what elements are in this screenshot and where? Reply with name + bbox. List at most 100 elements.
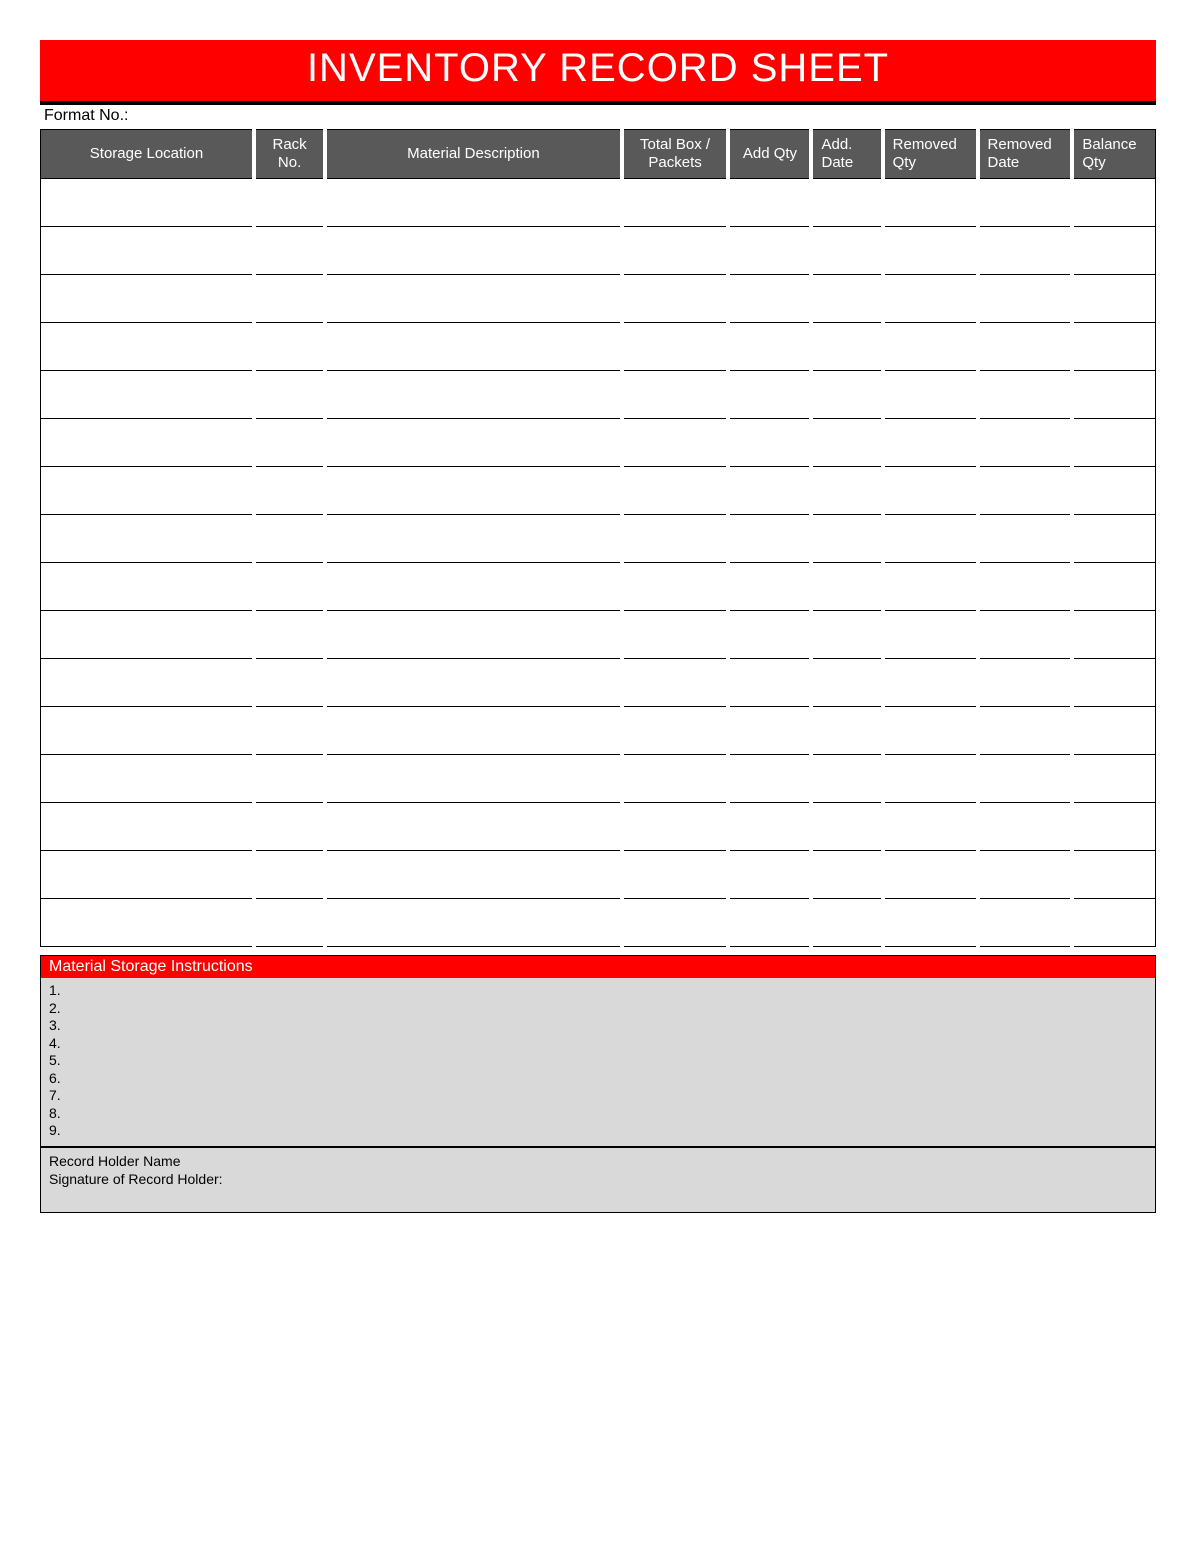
table-cell[interactable] bbox=[883, 419, 978, 467]
table-cell[interactable] bbox=[254, 611, 325, 659]
table-cell[interactable] bbox=[622, 611, 729, 659]
table-cell[interactable] bbox=[1072, 275, 1155, 323]
table-cell[interactable] bbox=[728, 563, 811, 611]
table-cell[interactable] bbox=[325, 563, 622, 611]
table-cell[interactable] bbox=[325, 419, 622, 467]
table-cell[interactable] bbox=[1072, 803, 1155, 851]
table-cell[interactable] bbox=[883, 611, 978, 659]
table-cell[interactable] bbox=[41, 899, 255, 947]
table-cell[interactable] bbox=[728, 611, 811, 659]
table-cell[interactable] bbox=[1072, 611, 1155, 659]
table-cell[interactable] bbox=[811, 899, 882, 947]
table-cell[interactable] bbox=[254, 563, 325, 611]
table-cell[interactable] bbox=[883, 899, 978, 947]
table-cell[interactable] bbox=[811, 275, 882, 323]
table-cell[interactable] bbox=[41, 371, 255, 419]
table-cell[interactable] bbox=[811, 179, 882, 227]
table-cell[interactable] bbox=[1072, 755, 1155, 803]
table-cell[interactable] bbox=[1072, 371, 1155, 419]
table-cell[interactable] bbox=[978, 227, 1073, 275]
table-cell[interactable] bbox=[1072, 899, 1155, 947]
table-cell[interactable] bbox=[883, 515, 978, 563]
table-cell[interactable] bbox=[41, 227, 255, 275]
table-cell[interactable] bbox=[254, 707, 325, 755]
table-cell[interactable] bbox=[883, 227, 978, 275]
table-cell[interactable] bbox=[254, 275, 325, 323]
table-cell[interactable] bbox=[325, 755, 622, 803]
table-cell[interactable] bbox=[622, 419, 729, 467]
table-cell[interactable] bbox=[1072, 515, 1155, 563]
table-cell[interactable] bbox=[978, 755, 1073, 803]
table-cell[interactable] bbox=[622, 707, 729, 755]
table-cell[interactable] bbox=[254, 851, 325, 899]
table-cell[interactable] bbox=[41, 611, 255, 659]
table-cell[interactable] bbox=[883, 707, 978, 755]
table-cell[interactable] bbox=[325, 899, 622, 947]
table-cell[interactable] bbox=[41, 275, 255, 323]
table-cell[interactable] bbox=[325, 179, 622, 227]
table-cell[interactable] bbox=[811, 707, 882, 755]
table-cell[interactable] bbox=[1072, 323, 1155, 371]
table-cell[interactable] bbox=[41, 707, 255, 755]
table-cell[interactable] bbox=[811, 467, 882, 515]
table-cell[interactable] bbox=[622, 755, 729, 803]
table-cell[interactable] bbox=[622, 467, 729, 515]
table-cell[interactable] bbox=[811, 323, 882, 371]
table-cell[interactable] bbox=[811, 611, 882, 659]
table-cell[interactable] bbox=[254, 467, 325, 515]
table-cell[interactable] bbox=[883, 275, 978, 323]
table-cell[interactable] bbox=[622, 563, 729, 611]
table-cell[interactable] bbox=[728, 755, 811, 803]
table-cell[interactable] bbox=[1072, 419, 1155, 467]
table-cell[interactable] bbox=[978, 707, 1073, 755]
table-cell[interactable] bbox=[811, 227, 882, 275]
table-cell[interactable] bbox=[728, 803, 811, 851]
table-cell[interactable] bbox=[622, 371, 729, 419]
table-cell[interactable] bbox=[1072, 851, 1155, 899]
table-cell[interactable] bbox=[978, 851, 1073, 899]
table-cell[interactable] bbox=[254, 227, 325, 275]
table-cell[interactable] bbox=[325, 611, 622, 659]
table-cell[interactable] bbox=[622, 275, 729, 323]
table-cell[interactable] bbox=[622, 515, 729, 563]
table-cell[interactable] bbox=[1072, 179, 1155, 227]
table-cell[interactable] bbox=[728, 899, 811, 947]
table-cell[interactable] bbox=[622, 851, 729, 899]
table-cell[interactable] bbox=[728, 371, 811, 419]
table-cell[interactable] bbox=[325, 515, 622, 563]
table-cell[interactable] bbox=[978, 467, 1073, 515]
table-cell[interactable] bbox=[811, 371, 882, 419]
table-cell[interactable] bbox=[978, 371, 1073, 419]
table-cell[interactable] bbox=[978, 803, 1073, 851]
table-cell[interactable] bbox=[728, 275, 811, 323]
table-cell[interactable] bbox=[728, 467, 811, 515]
table-cell[interactable] bbox=[978, 275, 1073, 323]
table-cell[interactable] bbox=[325, 803, 622, 851]
table-cell[interactable] bbox=[883, 851, 978, 899]
table-cell[interactable] bbox=[811, 755, 882, 803]
table-cell[interactable] bbox=[254, 803, 325, 851]
table-cell[interactable] bbox=[883, 179, 978, 227]
table-cell[interactable] bbox=[622, 179, 729, 227]
table-cell[interactable] bbox=[325, 467, 622, 515]
table-cell[interactable] bbox=[811, 659, 882, 707]
table-cell[interactable] bbox=[41, 515, 255, 563]
table-cell[interactable] bbox=[978, 323, 1073, 371]
table-cell[interactable] bbox=[41, 419, 255, 467]
table-cell[interactable] bbox=[978, 899, 1073, 947]
table-cell[interactable] bbox=[325, 371, 622, 419]
table-cell[interactable] bbox=[325, 227, 622, 275]
table-cell[interactable] bbox=[1072, 467, 1155, 515]
table-cell[interactable] bbox=[254, 323, 325, 371]
table-cell[interactable] bbox=[1072, 707, 1155, 755]
table-cell[interactable] bbox=[883, 755, 978, 803]
table-cell[interactable] bbox=[978, 419, 1073, 467]
table-cell[interactable] bbox=[728, 515, 811, 563]
table-cell[interactable] bbox=[325, 851, 622, 899]
table-cell[interactable] bbox=[325, 707, 622, 755]
table-cell[interactable] bbox=[622, 803, 729, 851]
table-cell[interactable] bbox=[41, 179, 255, 227]
table-cell[interactable] bbox=[728, 659, 811, 707]
table-cell[interactable] bbox=[41, 755, 255, 803]
table-cell[interactable] bbox=[1072, 659, 1155, 707]
